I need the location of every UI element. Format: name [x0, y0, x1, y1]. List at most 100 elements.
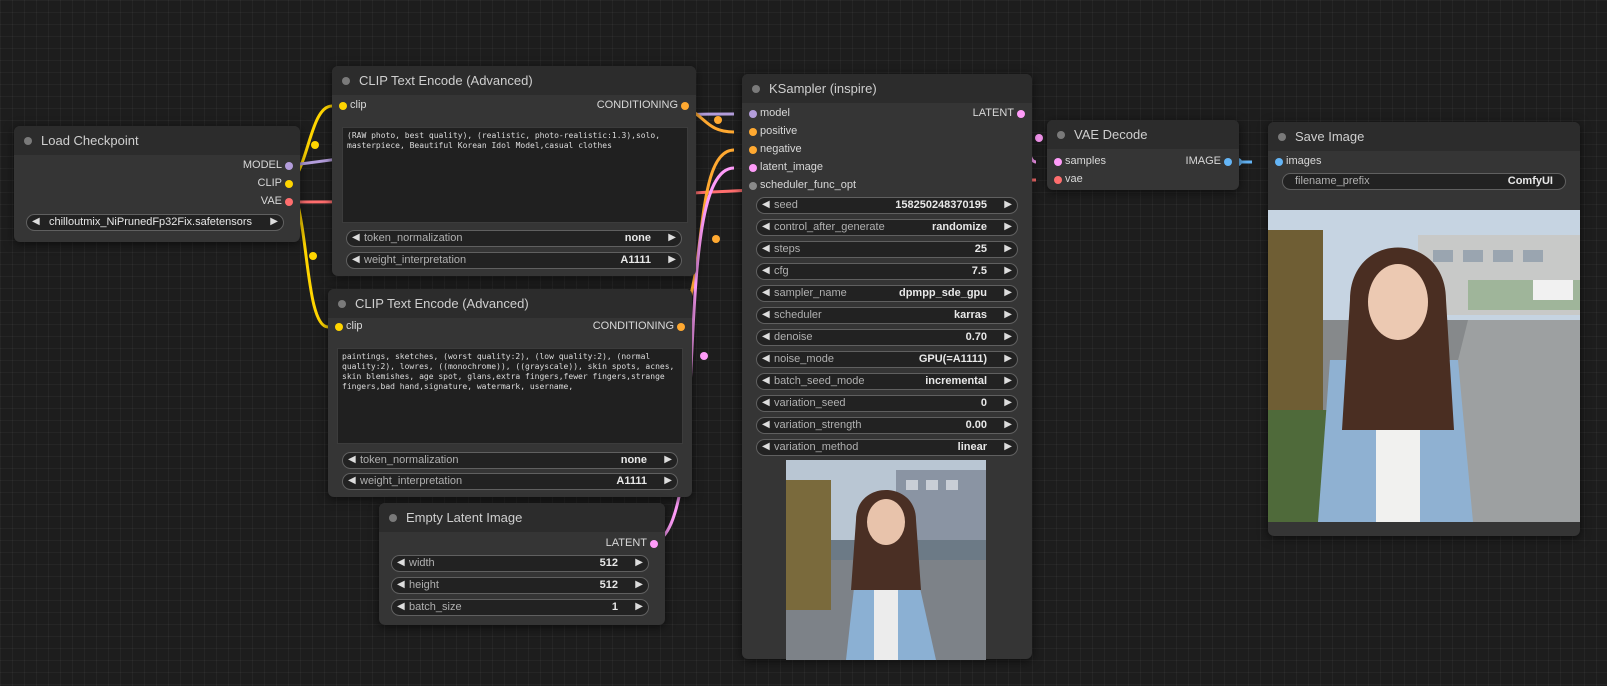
collapse-dot-icon[interactable] [389, 513, 397, 522]
input-slot-images[interactable]: images [1268, 153, 1580, 171]
output-slot-latent[interactable]: LATENT [379, 535, 665, 553]
arrow-right-icon[interactable]: ▶ [664, 454, 672, 465]
node-title-bar[interactable]: CLIP Text Encode (Advanced) [328, 289, 692, 318]
arrow-left-icon[interactable]: ◀ [762, 265, 770, 276]
arrow-left-icon[interactable]: ◀ [762, 199, 770, 210]
arrow-right-icon[interactable]: ▶ [1004, 199, 1012, 210]
clip-text-encode-negative-node[interactable]: CLIP Text Encode (Advanced) clip CONDITI… [328, 289, 692, 497]
input-slot-positive[interactable]: positive [742, 123, 1032, 141]
output-dot-icon[interactable] [681, 102, 689, 110]
arrow-left-icon[interactable]: ◀ [762, 309, 770, 320]
input-dot-icon[interactable] [1275, 158, 1283, 166]
weight-interpretation-combo[interactable]: ◀ weight_interpretation A1111 ▶ [342, 473, 678, 490]
output-dot-icon[interactable] [650, 540, 658, 548]
arrow-right-icon[interactable]: ▶ [270, 216, 278, 227]
arrow-left-icon[interactable]: ◀ [762, 375, 770, 386]
input-dot-icon[interactable] [339, 102, 347, 110]
arrow-right-icon[interactable]: ▶ [1004, 309, 1012, 320]
arrow-right-icon[interactable]: ▶ [635, 557, 643, 568]
load-checkpoint-node[interactable]: Load Checkpoint MODEL CLIP VAE ◀ chillou… [14, 126, 300, 242]
arrow-left-icon[interactable]: ◀ [32, 216, 40, 227]
input-slot-scheduler-func-opt[interactable]: scheduler_func_opt [742, 177, 1032, 195]
arrow-left-icon[interactable]: ◀ [762, 441, 770, 452]
arrow-left-icon[interactable]: ◀ [348, 475, 356, 486]
collapse-dot-icon[interactable] [24, 136, 32, 145]
arrow-right-icon[interactable]: ▶ [1004, 243, 1012, 254]
arrow-left-icon[interactable]: ◀ [762, 331, 770, 342]
collapse-dot-icon[interactable] [1278, 132, 1286, 141]
input-slot-vae[interactable]: vae [1047, 171, 1239, 189]
collapse-dot-icon[interactable] [1057, 130, 1065, 139]
empty-latent-image-node[interactable]: Empty Latent Image LATENT ◀ width 512 ▶ … [379, 503, 665, 625]
steps-widget[interactable]: ◀ steps 25 ▶ [756, 241, 1018, 258]
batch-size-number-widget[interactable]: ◀ batch_size 1 ▶ [391, 599, 649, 616]
io-slot-row[interactable]: clip CONDITIONING [332, 97, 696, 115]
collapse-dot-icon[interactable] [752, 84, 760, 93]
io-slot-row[interactable]: clip CONDITIONING [328, 318, 692, 336]
arrow-right-icon[interactable]: ▶ [668, 232, 676, 243]
input-dot-icon[interactable] [1054, 176, 1062, 184]
output-slot-vae[interactable]: VAE [14, 193, 300, 211]
denoise-widget[interactable]: ◀ denoise 0.70 ▶ [756, 329, 1018, 346]
output-dot-icon[interactable] [1017, 110, 1025, 118]
io-slot-row[interactable]: samples IMAGE [1047, 153, 1239, 171]
arrow-left-icon[interactable]: ◀ [397, 601, 405, 612]
arrow-left-icon[interactable]: ◀ [397, 579, 405, 590]
save-image-node[interactable]: Save Image images filename_prefix ComfyU… [1268, 122, 1580, 536]
output-dot-icon[interactable] [285, 162, 293, 170]
token-normalization-combo[interactable]: ◀ token_normalization none ▶ [342, 452, 678, 469]
arrow-right-icon[interactable]: ▶ [1004, 397, 1012, 408]
arrow-right-icon[interactable]: ▶ [635, 601, 643, 612]
output-dot-icon[interactable] [285, 198, 293, 206]
ksampler-node[interactable]: KSampler (inspire) model LATENT positive… [742, 74, 1032, 660]
input-dot-icon[interactable] [749, 146, 757, 154]
cfg-widget[interactable]: ◀ cfg 7.5 ▶ [756, 263, 1018, 280]
output-dot-icon[interactable] [285, 180, 293, 188]
arrow-left-icon[interactable]: ◀ [348, 454, 356, 465]
prompt-textarea[interactable]: paintings, sketches, (worst quality:2), … [337, 348, 683, 444]
arrow-left-icon[interactable]: ◀ [397, 557, 405, 568]
arrow-right-icon[interactable]: ▶ [1004, 331, 1012, 342]
arrow-left-icon[interactable]: ◀ [762, 397, 770, 408]
clip-text-encode-positive-node[interactable]: CLIP Text Encode (Advanced) clip CONDITI… [332, 66, 696, 276]
node-title-bar[interactable]: CLIP Text Encode (Advanced) [332, 66, 696, 95]
node-title-bar[interactable]: KSampler (inspire) [742, 74, 1032, 103]
control-after-generate-widget[interactable]: ◀ control_after_generate randomize ▶ [756, 219, 1018, 236]
input-dot-icon[interactable] [1054, 158, 1062, 166]
arrow-left-icon[interactable]: ◀ [352, 232, 360, 243]
arrow-right-icon[interactable]: ▶ [1004, 287, 1012, 298]
arrow-right-icon[interactable]: ▶ [1004, 265, 1012, 276]
output-dot-icon[interactable] [677, 323, 685, 331]
input-slot-latent-image[interactable]: latent_image [742, 159, 1032, 177]
arrow-right-icon[interactable]: ▶ [1004, 221, 1012, 232]
vae-decode-node[interactable]: VAE Decode samples IMAGE vae [1047, 120, 1239, 190]
io-slot-row[interactable]: model LATENT [742, 105, 1032, 123]
input-dot-icon[interactable] [749, 182, 757, 190]
arrow-left-icon[interactable]: ◀ [762, 419, 770, 430]
arrow-left-icon[interactable]: ◀ [762, 287, 770, 298]
ckpt-name-combo[interactable]: ◀ chilloutmix_NiPrunedFp32Fix.safetensor… [26, 214, 284, 231]
batch-seed-mode-widget[interactable]: ◀ batch_seed_mode incremental ▶ [756, 373, 1018, 390]
node-title-bar[interactable]: VAE Decode [1047, 120, 1239, 149]
filename-prefix-field[interactable]: filename_prefix ComfyUI [1282, 173, 1566, 190]
arrow-right-icon[interactable]: ▶ [1004, 441, 1012, 452]
output-dot-icon[interactable] [1224, 158, 1232, 166]
output-slot-model[interactable]: MODEL [14, 157, 300, 175]
variation-strength-widget[interactable]: ◀ variation_strength 0.00 ▶ [756, 417, 1018, 434]
seed-widget[interactable]: ◀ seed 158250248370195 ▶ [756, 197, 1018, 214]
variation-seed-widget[interactable]: ◀ variation_seed 0 ▶ [756, 395, 1018, 412]
noise-mode-widget[interactable]: ◀ noise_mode GPU(=A1111) ▶ [756, 351, 1018, 368]
scheduler-widget[interactable]: ◀ scheduler karras ▶ [756, 307, 1018, 324]
arrow-left-icon[interactable]: ◀ [352, 254, 360, 265]
input-dot-icon[interactable] [749, 110, 757, 118]
arrow-right-icon[interactable]: ▶ [1004, 419, 1012, 430]
collapse-dot-icon[interactable] [342, 76, 350, 85]
node-title-bar[interactable]: Empty Latent Image [379, 503, 665, 532]
sampler-name-widget[interactable]: ◀ sampler_name dpmpp_sde_gpu ▶ [756, 285, 1018, 302]
arrow-right-icon[interactable]: ▶ [1004, 353, 1012, 364]
output-slot-clip[interactable]: CLIP [14, 175, 300, 193]
width-number-widget[interactable]: ◀ width 512 ▶ [391, 555, 649, 572]
token-normalization-combo[interactable]: ◀ token_normalization none ▶ [346, 230, 682, 247]
arrow-left-icon[interactable]: ◀ [762, 243, 770, 254]
arrow-right-icon[interactable]: ▶ [668, 254, 676, 265]
